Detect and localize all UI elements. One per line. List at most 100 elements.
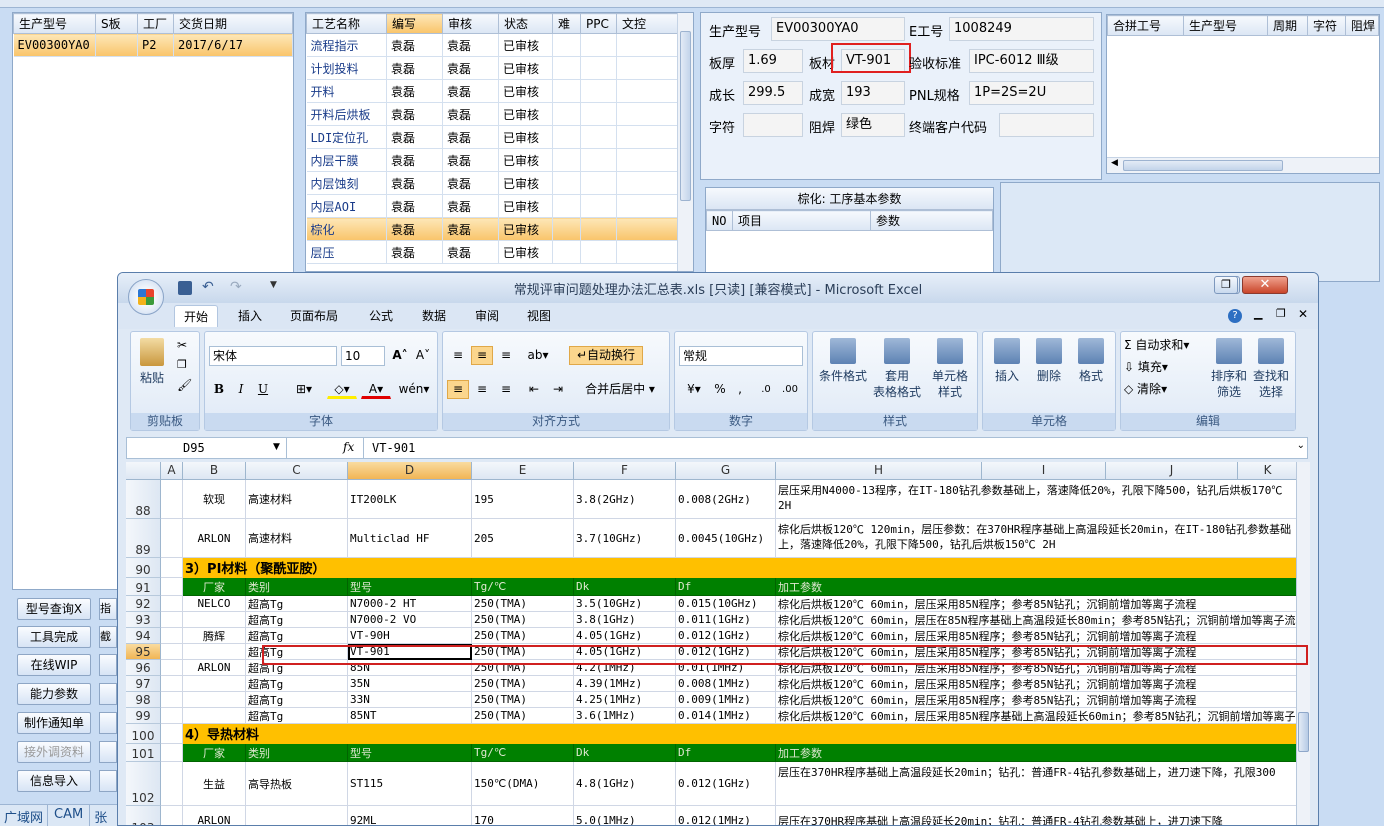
cell[interactable] — [161, 519, 183, 558]
cell[interactable] — [183, 612, 246, 628]
cell[interactable] — [161, 628, 183, 644]
format-cells-button[interactable]: 格式 — [1071, 338, 1111, 384]
column-header[interactable]: A — [161, 462, 183, 480]
cell[interactable]: 已审核 — [498, 240, 553, 264]
table-row[interactable]: 计划投料 袁磊 袁磊 已审核 — [306, 56, 678, 80]
scroll-thumb[interactable] — [1298, 712, 1309, 752]
cell[interactable]: 0.015(10GHz) — [676, 596, 776, 612]
table-row[interactable]: 开料后烘板 袁磊 袁磊 已审核 — [306, 102, 678, 126]
cell[interactable]: 已审核 — [498, 194, 553, 218]
row-header[interactable]: 93 — [126, 612, 161, 628]
comma-icon[interactable]: , — [731, 380, 749, 399]
row-header[interactable]: 89 — [126, 519, 161, 558]
row-header[interactable]: 102 — [126, 762, 161, 806]
cell[interactable]: 已审核 — [498, 125, 553, 149]
col-header[interactable]: 文控 — [616, 13, 678, 34]
merge-hscroll[interactable]: ◀ — [1107, 157, 1379, 173]
cell[interactable]: 3.8(1GHz) — [574, 612, 676, 628]
cell[interactable]: 4.2(1MHz) — [574, 660, 676, 676]
cell[interactable]: 棕化后烘板120℃ 60min，层压采用85N程序；参考85N钻孔；沉铜前增加等… — [776, 644, 1296, 660]
col-header[interactable]: 生产型号 — [1183, 15, 1268, 36]
cell[interactable]: 170 — [472, 806, 574, 825]
cell[interactable]: 2017/6/17 — [173, 33, 293, 57]
sheet-vscroll[interactable] — [1296, 462, 1310, 825]
cell[interactable] — [552, 148, 581, 172]
cell[interactable]: 0.012(1MHz) — [676, 806, 776, 825]
col-header[interactable]: S板 — [95, 13, 138, 34]
col-header[interactable]: 编写 — [386, 13, 443, 34]
cell[interactable] — [161, 660, 183, 676]
office-button[interactable] — [128, 279, 164, 315]
cell[interactable]: 超高Tg — [246, 644, 348, 660]
cell[interactable]: 棕化后烘板120℃ 60min，层压采用85N程序；参考85N钻孔；沉铜前增加等… — [776, 676, 1296, 692]
table-header-cell[interactable]: 型号 — [348, 744, 472, 762]
cell[interactable]: 流程指示 — [306, 33, 387, 57]
col-header[interactable]: 参数 — [870, 210, 993, 231]
cell[interactable] — [161, 596, 183, 612]
tab-cam[interactable]: CAM — [48, 805, 91, 826]
table-header-cell[interactable]: Df — [676, 578, 776, 596]
cell[interactable] — [580, 194, 617, 218]
col-header[interactable]: 生产型号 — [13, 13, 96, 34]
cell[interactable]: 0.011(1GHz) — [676, 612, 776, 628]
row-header[interactable]: 95 — [126, 644, 161, 660]
nav-button[interactable]: 制作通知单 — [17, 712, 91, 734]
cell[interactable]: 棕化后烘板120℃ 60min，层压采用85N程序；参考85N钻孔；沉铜前增加等… — [776, 692, 1296, 708]
std-field[interactable]: IPC-6012 Ⅲ级 — [969, 49, 1094, 73]
cell[interactable] — [552, 240, 581, 264]
tab-wan[interactable]: 广域网 — [0, 805, 49, 826]
cell[interactable]: 袁磊 — [386, 125, 443, 149]
cell[interactable] — [580, 56, 617, 80]
nav-button-secondary[interactable]: 指 — [99, 598, 117, 620]
table-header-cell[interactable]: 厂家 — [183, 744, 246, 762]
decrease-decimal-icon[interactable]: .00 — [779, 380, 801, 399]
cell[interactable] — [161, 612, 183, 628]
cell[interactable]: 超高Tg — [246, 612, 348, 628]
cell[interactable]: 袁磊 — [386, 148, 443, 172]
char-field[interactable] — [743, 113, 803, 137]
cell[interactable]: 已审核 — [498, 171, 553, 195]
align-top-icon[interactable]: ≡ — [447, 346, 469, 365]
cell[interactable]: 袁磊 — [386, 171, 443, 195]
table-row[interactable]: 开料 袁磊 袁磊 已审核 — [306, 79, 678, 103]
cell[interactable]: N7000-2 VO — [348, 612, 472, 628]
table-header-cell[interactable]: Dk — [574, 578, 676, 596]
cust-field[interactable] — [999, 113, 1094, 137]
merge-center-button[interactable]: 合并后居中 ▾ — [575, 380, 665, 399]
row-header[interactable]: 90 — [126, 558, 161, 578]
underline-icon[interactable]: U — [253, 380, 273, 399]
increase-indent-icon[interactable]: ⇥ — [547, 380, 569, 399]
cell[interactable] — [95, 33, 138, 57]
font-color-icon[interactable]: A▾ — [361, 380, 391, 399]
cell[interactable] — [616, 79, 678, 103]
row-header[interactable]: 94 — [126, 628, 161, 644]
cell[interactable]: 4.05(1GHz) — [574, 644, 676, 660]
formula-input[interactable]: VT-901 — [363, 438, 415, 458]
table-format-button[interactable]: 套用 表格格式 — [871, 338, 923, 400]
col-header[interactable]: 状态 — [498, 13, 553, 34]
cell[interactable] — [183, 676, 246, 692]
cell[interactable]: VT-901 — [348, 644, 472, 660]
cell[interactable]: 195 — [472, 480, 574, 519]
table-header-cell[interactable]: 类别 — [246, 578, 348, 596]
cell[interactable]: 250(TMA) — [472, 676, 574, 692]
column-header[interactable]: H — [776, 462, 982, 480]
cell[interactable]: 0.01(1MHz) — [676, 660, 776, 676]
bold-icon[interactable]: B — [209, 380, 229, 399]
table-header-cell[interactable]: 型号 — [348, 578, 472, 596]
cell[interactable]: 袁磊 — [442, 217, 499, 241]
shrink-font-icon[interactable]: A˅ — [412, 346, 434, 365]
column-header[interactable]: G — [676, 462, 776, 480]
autosum-button[interactable]: Σ 自动求和▾ — [1123, 336, 1207, 355]
font-name-select[interactable]: 宋体 — [209, 346, 337, 366]
table-row[interactable]: 内层干膜 袁磊 袁磊 已审核 — [306, 148, 678, 172]
row-header[interactable]: 97 — [126, 676, 161, 692]
cell[interactable] — [616, 240, 678, 264]
cell[interactable] — [580, 240, 617, 264]
cell[interactable] — [552, 33, 581, 57]
wrap-text-button[interactable]: ↵自动换行 — [569, 346, 643, 365]
scroll-left-icon[interactable]: ◀ — [1111, 158, 1118, 168]
cell[interactable]: 4.8(1GHz) — [574, 762, 676, 806]
cell[interactable]: 85N — [348, 660, 472, 676]
cell[interactable] — [161, 692, 183, 708]
